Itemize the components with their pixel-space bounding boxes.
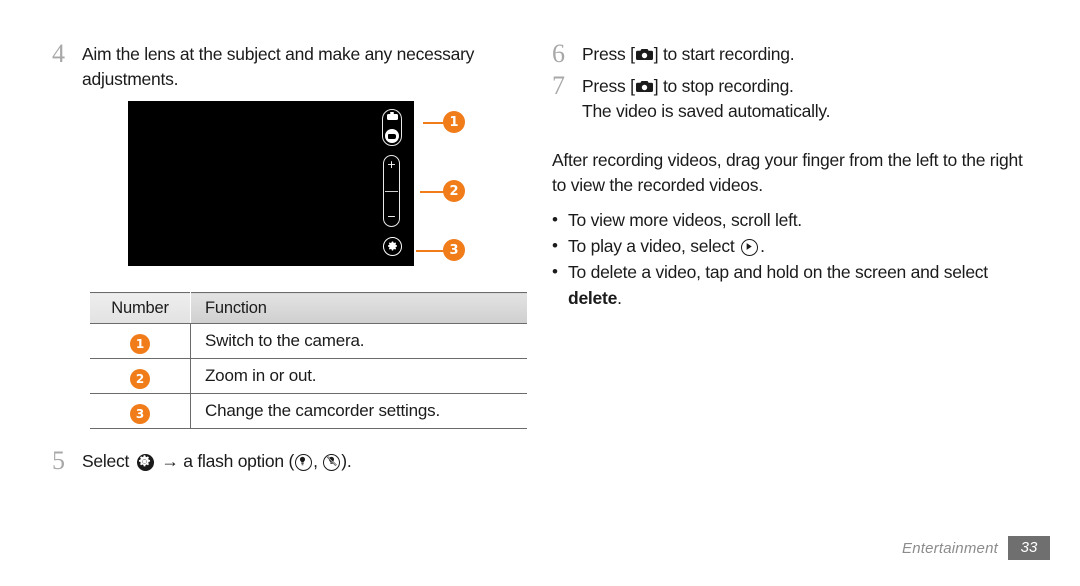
step-6-prefix: Press [ [582,44,635,64]
after-recording-paragraph: After recording videos, drag your finger… [552,148,1032,198]
step-4-text: Aim the lens at the subject and make any… [82,40,532,92]
step-7-suffix: ] to stop recording. [653,76,794,96]
function-table-body: 1 Switch to the camera. 2 Zoom in or out… [90,323,527,429]
list-item: • To delete a video, tap and hold on the… [552,259,1032,311]
camcorder-preview-screen: + − [128,101,414,266]
step-6: 6 Press [ ] to start recording. [552,40,1032,68]
bullet-list: • To view more videos, scroll left. • To… [552,207,1032,311]
table-cell-function: Zoom in or out. [190,358,527,394]
bullet-text: To play a video, select . [568,233,1032,259]
step-7-line-2: The video is saved automatically. [582,101,831,121]
zoom-out-label: − [386,210,397,223]
step-5-comma: , [313,451,323,471]
settings-gear-icon[interactable] [136,453,154,471]
step-5-flash-label: a flash option ( [183,451,295,471]
step-5: 5 Select → a flash option ( ,). [52,447,532,475]
callout-line-3 [416,250,445,252]
number-badge: 3 [130,403,150,424]
bullet-text-after: . [760,236,765,256]
step-4-line-1: Aim the lens at the subject and make any… [82,44,475,64]
table-cell-number: 3 [90,393,191,429]
bullet-text-before: To play a video, select [568,236,735,256]
step-6-number: 6 [552,39,565,68]
play-icon[interactable] [741,238,759,256]
step-5-text: Select → a flash option ( ,). [82,447,532,474]
manual-page: 4 Aim the lens at the subject and make a… [0,0,1080,586]
callout-badge-1: 1 [443,111,465,133]
bullet-text: To delete a video, tap and hold on the s… [568,259,1032,311]
table-cell-number: 1 [90,323,191,359]
step-7-line-1: Press [ ] to stop recording. [582,74,1032,99]
table-row: 1 Switch to the camera. [90,323,527,359]
column-header-function: Function [190,292,527,324]
flash-off-icon[interactable] [323,453,341,471]
bullet-text-line-2: delete. [568,288,622,308]
zoom-slider-handle[interactable] [385,191,398,193]
camcorder-settings-gear-icon[interactable] [383,237,402,256]
callout-line-2 [420,191,445,193]
list-item: • To view more videos, scroll left. [552,207,1032,233]
camera-key-icon [635,75,653,92]
right-column: 6 Press [ ] to start recording. 7 Press … [552,40,1032,311]
callout-badge-2: 2 [443,180,465,202]
step-5-number: 5 [52,446,65,475]
bullet-period: . [617,288,622,308]
footer-section-name: Entertainment [902,539,998,557]
camera-key-icon [635,43,653,60]
step-4: 4 Aim the lens at the subject and make a… [52,40,532,92]
column-header-number: Number [90,292,191,324]
table-cell-number: 2 [90,358,191,394]
bullet-marker: • [552,236,558,255]
callout-badge-3: 3 [443,239,465,261]
flash-on-icon[interactable] [295,453,313,471]
list-item: • To play a video, select . [552,233,1032,259]
camcorder-icon [385,129,399,143]
delete-keyword: delete [568,288,618,308]
camera-camcorder-toggle[interactable] [382,109,402,146]
step-5-end: ). [341,451,352,471]
step-7: 7 Press [ ] to stop recording. The video… [552,72,1032,124]
function-table: Number Function 1 Switch to the camera. … [90,292,527,429]
step-5-arrow: → [161,451,179,471]
bullet-marker: • [552,262,558,281]
camera-icon [386,112,398,120]
zoom-in-label: + [386,158,397,171]
table-row: 3 Change the camcorder settings. [90,393,527,429]
number-badge: 1 [130,333,150,354]
table-row: 2 Zoom in or out. [90,358,527,394]
table-cell-function: Switch to the camera. [190,323,527,359]
step-7-number: 7 [552,71,565,100]
callout-line-1 [423,122,445,124]
bullet-marker: • [552,210,558,229]
step-5-select-label: Select [82,451,130,471]
paragraph-line-1: After recording videos, drag your finger… [552,150,986,170]
page-number-badge: 33 [1008,536,1050,560]
step-7-prefix: Press [ [582,76,635,96]
table-cell-function: Change the camcorder settings. [190,393,527,429]
zoom-slider[interactable]: + − [383,155,400,227]
step-7-text: Press [ ] to stop recording. The video i… [582,72,1032,124]
table-header-row: Number Function [90,292,527,324]
camcorder-preview-illustration: + − 1 2 3 [128,101,468,276]
function-table-head: Number Function [90,292,527,324]
bullet-text-line-1: To delete a video, tap and hold on the s… [568,262,988,282]
step-6-suffix: ] to start recording. [653,44,795,64]
number-badge: 2 [130,368,150,389]
left-column: 4 Aim the lens at the subject and make a… [52,40,532,479]
step-6-text: Press [ ] to start recording. [582,40,1032,67]
page-footer: Entertainment 33 [902,536,1050,560]
bullet-text: To view more videos, scroll left. [568,210,802,230]
step-4-line-2: adjustments. [82,69,179,89]
step-4-number: 4 [52,39,65,68]
